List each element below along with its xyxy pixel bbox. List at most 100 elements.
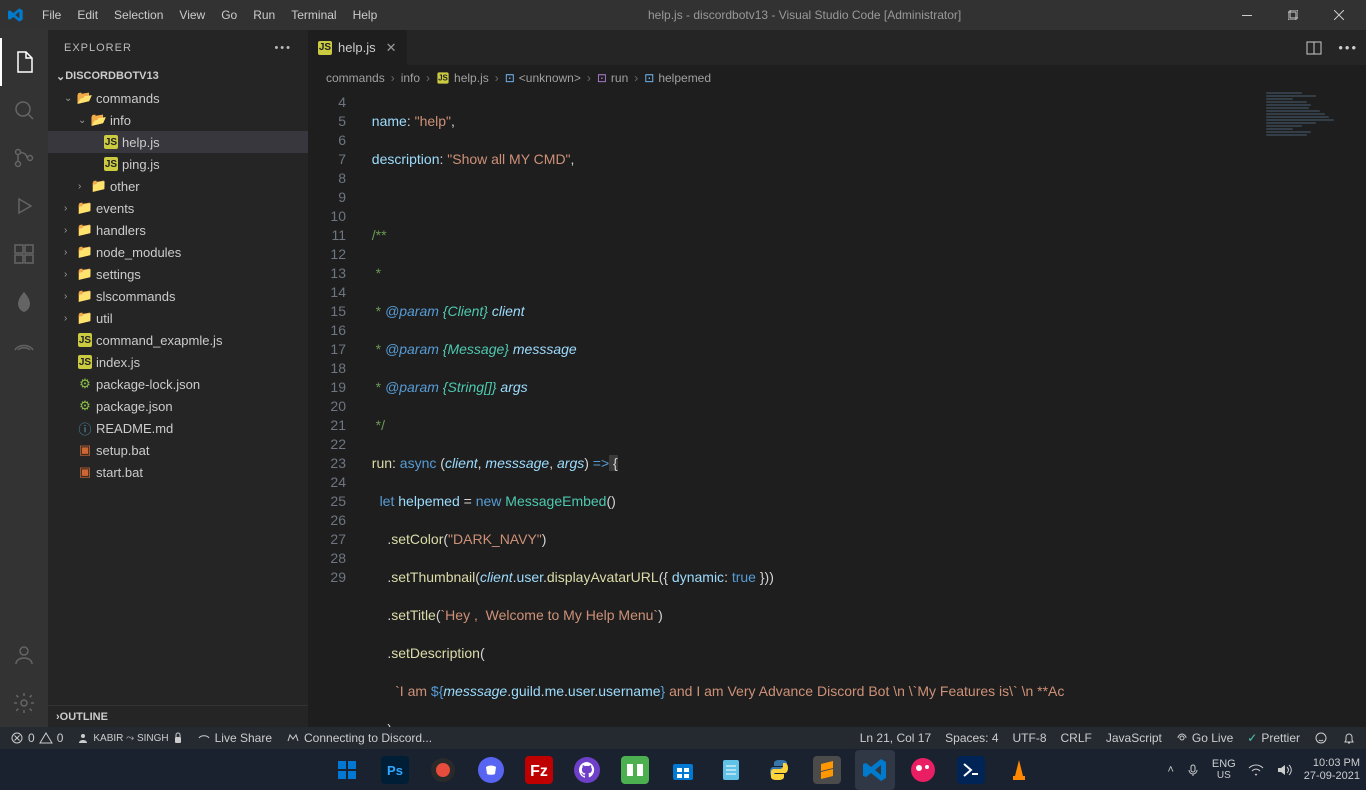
menu-selection[interactable]: Selection <box>106 4 171 26</box>
tb-tray-chevron-icon[interactable]: ˄ <box>1167 764 1173 776</box>
sidebar-header: EXPLORER ••• <box>48 30 308 65</box>
outline-header[interactable]: › OUTLINE <box>48 705 308 727</box>
tb-filezilla-icon[interactable]: Fz <box>519 750 559 790</box>
menu-file[interactable]: File <box>34 4 69 26</box>
settings-icon[interactable] <box>0 679 48 727</box>
tb-language[interactable]: ENGUS <box>1212 758 1236 782</box>
file-package-json[interactable]: ⚙package.json <box>48 395 308 417</box>
minimap[interactable] <box>1262 91 1352 727</box>
tb-app2-icon[interactable] <box>903 750 943 790</box>
tb-notepad-icon[interactable] <box>711 750 751 790</box>
more-actions-icon[interactable]: ••• <box>1338 40 1358 55</box>
breadcrumb-helpemed[interactable]: helpemed <box>658 71 711 85</box>
folder-other[interactable]: ›📁other <box>48 175 308 197</box>
tb-wifi-icon[interactable] <box>1248 763 1264 777</box>
menu-run[interactable]: Run <box>245 4 283 26</box>
menu-help[interactable]: Help <box>345 4 386 26</box>
tb-store-icon[interactable] <box>663 750 703 790</box>
breadcrumb-info[interactable]: info <box>401 71 420 85</box>
status-problems[interactable]: 0 0 <box>10 731 63 745</box>
status-liveshare[interactable]: Live Share <box>197 731 272 745</box>
menu-terminal[interactable]: Terminal <box>283 4 344 26</box>
folder-settings[interactable]: ›📁settings <box>48 263 308 285</box>
code-editor[interactable]: 4567891011121314151617181920212223242526… <box>308 91 1366 727</box>
breadcrumb-run[interactable]: run <box>611 71 628 85</box>
status-golive[interactable]: Go Live <box>1176 731 1233 745</box>
account-icon[interactable] <box>0 631 48 679</box>
status-bell-icon[interactable] <box>1342 731 1356 745</box>
folder-util[interactable]: ›📁util <box>48 307 308 329</box>
explorer-icon[interactable] <box>0 38 48 86</box>
menu-go[interactable]: Go <box>213 4 245 26</box>
file-index-js[interactable]: JSindex.js <box>48 351 308 373</box>
breadcrumb-file[interactable]: help.js <box>454 71 489 85</box>
extensions-icon[interactable] <box>0 230 48 278</box>
status-language[interactable]: JavaScript <box>1106 731 1162 745</box>
search-icon[interactable] <box>0 86 48 134</box>
status-prettier[interactable]: ✓Prettier <box>1247 731 1300 745</box>
maximize-button[interactable] <box>1270 0 1316 30</box>
folder-node-modules[interactable]: ›📁node_modules <box>48 241 308 263</box>
tb-sublime-icon[interactable] <box>807 750 847 790</box>
window-title: help.js - discordbotv13 - Visual Studio … <box>385 8 1224 22</box>
tb-app1-icon[interactable] <box>615 750 655 790</box>
file-help-js[interactable]: JShelp.js <box>48 131 308 153</box>
folder-handlers[interactable]: ›📁handlers <box>48 219 308 241</box>
status-user[interactable]: KABIR ⤳ SINGH <box>77 732 182 744</box>
folder-slscommands[interactable]: ›📁slscommands <box>48 285 308 307</box>
tb-volume-icon[interactable] <box>1276 763 1292 777</box>
status-position[interactable]: Ln 21, Col 17 <box>860 731 931 745</box>
menu-view[interactable]: View <box>171 4 213 26</box>
breadcrumb-unknown[interactable]: <unknown> <box>519 71 581 85</box>
tb-powershell-icon[interactable] <box>951 750 991 790</box>
run-debug-icon[interactable] <box>0 182 48 230</box>
file-readme[interactable]: ⓘREADME.md <box>48 417 308 439</box>
split-editor-icon[interactable] <box>1306 40 1322 56</box>
source-control-icon[interactable] <box>0 134 48 182</box>
tb-mic-icon[interactable] <box>1186 763 1200 777</box>
tb-discord-icon[interactable] <box>471 750 511 790</box>
tb-record-icon[interactable] <box>423 750 463 790</box>
mongodb-icon[interactable] <box>0 278 48 326</box>
status-spaces[interactable]: Spaces: 4 <box>945 731 998 745</box>
tabs-bar: JS help.js ✕ ••• <box>308 30 1366 65</box>
minimize-button[interactable] <box>1224 0 1270 30</box>
tab-close-icon[interactable]: ✕ <box>386 40 397 56</box>
status-feedback-icon[interactable] <box>1314 731 1328 745</box>
file-command-example[interactable]: JScommand_exapmle.js <box>48 329 308 351</box>
tb-clock[interactable]: 10:03 PM 27-09-2021 <box>1304 757 1360 783</box>
menu-edit[interactable]: Edit <box>69 4 106 26</box>
folder-info[interactable]: ⌄📂info <box>48 109 308 131</box>
tb-start-icon[interactable] <box>327 750 367 790</box>
tb-vscode-icon[interactable] <box>855 750 895 790</box>
svg-text:Fz: Fz <box>530 763 548 780</box>
outline-label: OUTLINE <box>60 711 108 723</box>
tab-help-js[interactable]: JS help.js ✕ <box>308 30 408 65</box>
file-package-lock[interactable]: ⚙package-lock.json <box>48 373 308 395</box>
vscode-logo-icon <box>8 7 24 23</box>
more-icon[interactable]: ••• <box>274 42 292 54</box>
statusbar: 0 0 KABIR ⤳ SINGH Live Share Connecting … <box>0 727 1366 749</box>
code-content[interactable]: name: "help", description: "Show all MY … <box>364 91 1366 727</box>
tb-python-icon[interactable] <box>759 750 799 790</box>
folder-events[interactable]: ›📁events <box>48 197 308 219</box>
file-start-bat[interactable]: ▣start.bat <box>48 461 308 483</box>
project-header[interactable]: ⌄ DISCORDBOTV13 <box>48 65 308 87</box>
status-encoding[interactable]: UTF-8 <box>1013 731 1047 745</box>
folder-commands[interactable]: ⌄📂commands <box>48 87 308 109</box>
file-tree: ⌄📂commands ⌄📂info JShelp.js JSping.js ›📁… <box>48 87 308 705</box>
project-name: DISCORDBOTV13 <box>65 70 159 82</box>
breadcrumbs[interactable]: commands› info› JShelp.js› ⊡<unknown>› ⊡… <box>308 65 1366 91</box>
tb-github-icon[interactable] <box>567 750 607 790</box>
file-setup-bat[interactable]: ▣setup.bat <box>48 439 308 461</box>
status-eol[interactable]: CRLF <box>1061 731 1092 745</box>
tb-photoshop-icon[interactable]: Ps <box>375 750 415 790</box>
tb-vlc-icon[interactable] <box>999 750 1039 790</box>
file-ping-js[interactable]: JSping.js <box>48 153 308 175</box>
liveshare-icon[interactable] <box>0 326 48 374</box>
breadcrumb-commands[interactable]: commands <box>326 71 385 85</box>
status-discord[interactable]: Connecting to Discord... <box>286 731 432 745</box>
close-button[interactable] <box>1316 0 1362 30</box>
sidebar: EXPLORER ••• ⌄ DISCORDBOTV13 ⌄📂commands … <box>48 30 308 727</box>
chevron-down-icon: ⌄ <box>56 70 65 83</box>
